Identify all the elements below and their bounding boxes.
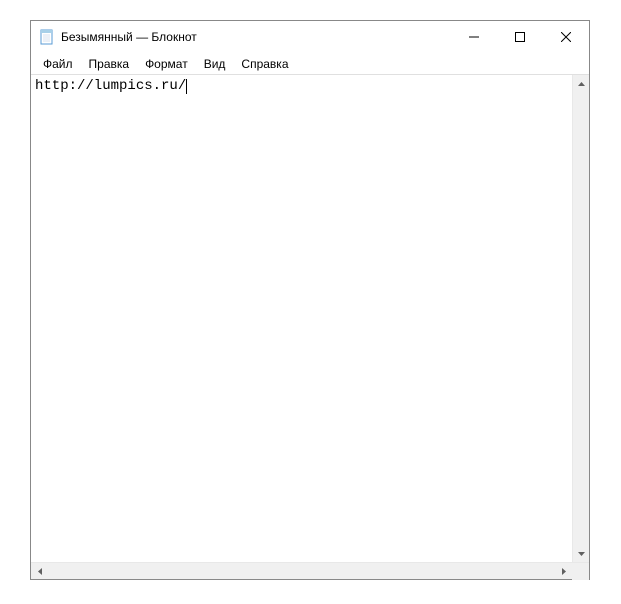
horizontal-scrollbar[interactable] <box>31 563 572 579</box>
vscroll-track[interactable] <box>573 92 589 545</box>
titlebar[interactable]: Безымянный — Блокнот <box>31 21 589 53</box>
text-cursor <box>186 79 187 94</box>
scroll-down-arrow[interactable] <box>573 545 589 562</box>
chevron-up-icon <box>578 82 585 86</box>
chevron-right-icon <box>562 568 566 575</box>
menu-file[interactable]: Файл <box>35 55 81 73</box>
scroll-left-arrow[interactable] <box>31 563 48 580</box>
menubar: Файл Правка Формат Вид Справка <box>31 53 589 75</box>
window-controls <box>451 21 589 53</box>
editor-text: http://lumpics.ru/ <box>35 78 186 94</box>
scroll-right-arrow[interactable] <box>555 563 572 580</box>
vertical-scrollbar[interactable] <box>572 75 589 562</box>
window-title: Безымянный — Блокнот <box>61 30 451 44</box>
minimize-icon <box>469 32 479 42</box>
notepad-icon <box>39 29 55 45</box>
minimize-button[interactable] <box>451 21 497 53</box>
text-editor[interactable]: http://lumpics.ru/ <box>31 75 572 562</box>
scroll-up-arrow[interactable] <box>573 75 589 92</box>
bottom-bar <box>31 562 589 579</box>
close-button[interactable] <box>543 21 589 53</box>
menu-edit[interactable]: Правка <box>81 55 138 73</box>
scrollbar-corner <box>572 563 589 580</box>
menu-help[interactable]: Справка <box>233 55 296 73</box>
menu-format[interactable]: Формат <box>137 55 196 73</box>
close-icon <box>561 32 571 42</box>
chevron-left-icon <box>38 568 42 575</box>
menu-view[interactable]: Вид <box>196 55 234 73</box>
notepad-window: Безымянный — Блокнот Файл Правка <box>30 20 590 580</box>
content-area: http://lumpics.ru/ <box>31 75 589 562</box>
maximize-icon <box>515 32 525 42</box>
chevron-down-icon <box>578 552 585 556</box>
maximize-button[interactable] <box>497 21 543 53</box>
